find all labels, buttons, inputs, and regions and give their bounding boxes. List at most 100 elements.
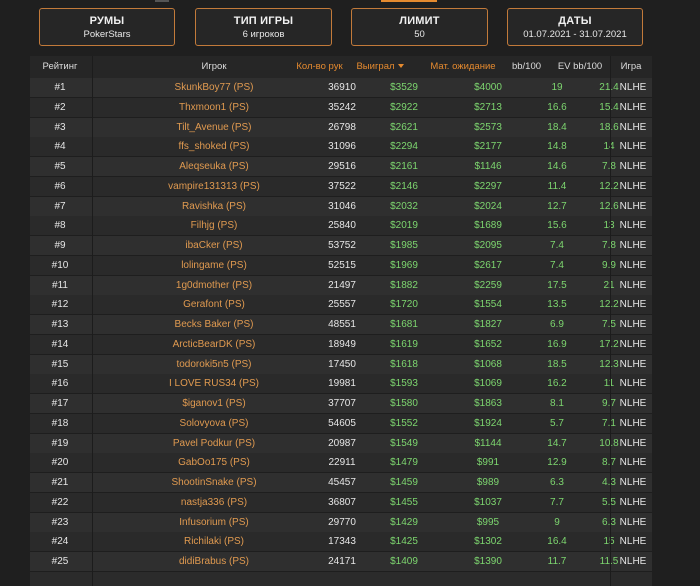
table-row[interactable]: #21 ShootinSnake (PS) 45457 $1459 $989 6.3 4.3… (30, 473, 652, 493)
cell-ev: $1924 (474, 417, 502, 429)
player-link[interactable]: Becks Baker (PS) (90, 315, 338, 334)
table-row[interactable]: #18 Solovyova (PS) 54605 $1552 $1924 5.7 7.1 NL… (30, 413, 652, 434)
filter-game-type[interactable]: ТИП ИГРЫ 6 игроков (195, 8, 332, 46)
player-link[interactable]: nastja336 (PS) (90, 493, 338, 512)
player-link[interactable]: ibaCker (PS) (90, 236, 338, 255)
filter-dates[interactable]: ДАТЫ 01.07.2021 - 31.07.2021 (507, 8, 643, 46)
cell-ev: $991 (476, 457, 500, 469)
header-hands[interactable]: Кол-во рук (282, 56, 357, 78)
header-rank[interactable]: Рейтинг (30, 56, 90, 78)
table-row[interactable]: #2 Thxmoon1 (PS) 35242 $2922 $2713 16.6 15.4 NL… (30, 97, 652, 118)
cell-rank: #15 (51, 358, 69, 370)
player-link[interactable]: Ravishka (PS) (90, 197, 338, 216)
table-row[interactable]: #10 lolingame (PS) 52515 $1969 $2617 7.4 9.9 NL… (30, 255, 652, 276)
table-row[interactable]: #23 Infusorium (PS) 29770 $1429 $995 9 6.3 NLHE (30, 512, 652, 533)
top-accent-line (0, 0, 700, 3)
cell-rank: #10 (51, 259, 69, 271)
table-row[interactable]: #6 vampire131313 (PS) 37522 $2146 $2297 11.4 1… (30, 176, 652, 197)
player-link[interactable]: Gerafont (PS) (90, 295, 338, 314)
cell-game: NLHE (619, 141, 647, 153)
cell-won: $1459 (390, 477, 418, 488)
table-row[interactable]: #17 $iganov1 (PS) 37707 $1580 $1863 8.1 9.7 NLH… (30, 394, 652, 414)
table-row[interactable]: #24 Richilaki (PS) 17343 $1425 $1302 16.4 15 NL… (30, 532, 652, 553)
player-link[interactable]: Filhjg (PS) (90, 216, 338, 235)
player-link[interactable]: Infusorium (PS) (90, 513, 338, 532)
table-row[interactable]: #20 GabOo175 (PS) 22911 $1479 $991 12.9 8.7 NLH… (30, 453, 652, 474)
player-link[interactable]: todoroki5n5 (PS) (90, 355, 338, 374)
filter-limit-value: 50 (414, 29, 425, 40)
header-ev[interactable]: Мат. ожидание (413, 56, 513, 78)
cell-won: $1619 (390, 338, 418, 350)
table-row[interactable]: #3 Tilt_Avenue (PS) 26798 $2621 $2573 18.4 18.… (30, 117, 652, 138)
cell-game: NLHE (619, 161, 647, 172)
cell-bb100: 7.7 (550, 496, 564, 508)
cell-game: NLHE (619, 319, 647, 330)
filter-rooms-value: PokerStars (83, 29, 131, 40)
cell-rank: #11 (52, 279, 68, 291)
cell-hands: 17343 (328, 536, 356, 548)
cell-game: NLHE (619, 299, 647, 311)
player-link[interactable]: didiBrabus (PS) (90, 552, 338, 571)
player-link[interactable]: I LOVE RUS34 (PS) (90, 374, 338, 393)
header-won[interactable]: Выиграл (348, 56, 412, 78)
table-row[interactable]: #8 Filhjg (PS) 25840 $2019 $1689 15.6 13 NLHE (30, 216, 652, 237)
player-link[interactable]: ShootinSnake (PS) (90, 473, 338, 492)
table-row[interactable]: #7 Ravishka (PS) 31046 $2032 $2024 12.7 12.6 NL… (30, 196, 652, 217)
player-link[interactable]: Pavel Podkur (PS) (90, 434, 338, 453)
cell-rank: #17 (51, 398, 69, 409)
player-link[interactable]: ffs_shoked (PS) (90, 137, 338, 156)
cell-rank: #21 (51, 477, 69, 488)
filter-limit-title: ЛИМИТ (399, 15, 440, 27)
header-game[interactable]: Игра (614, 56, 648, 78)
player-link[interactable]: Solovyova (PS) (90, 414, 338, 433)
header-evbb100[interactable]: EV bb/100 (548, 56, 612, 78)
table-row[interactable]: #22 nastja336 (PS) 36807 $1455 $1037 7.7 5.5 NL… (30, 492, 652, 513)
table-row[interactable]: #1 SkunkBoy77 (PS) 36910 $3529 $4000 19 21.4 NL… (30, 78, 652, 98)
player-link[interactable]: lolingame (PS) (90, 256, 338, 275)
cell-won: $1479 (390, 457, 418, 469)
cell-game: NLHE (619, 240, 647, 251)
cell-won: $2922 (390, 101, 418, 113)
player-link[interactable]: Tilt_Avenue (PS) (90, 118, 338, 137)
player-link[interactable]: Thxmoon1 (PS) (90, 98, 338, 117)
table-row[interactable]: #14 ArcticBearDK (PS) 18949 $1619 $1652 16.9 1… (30, 334, 652, 355)
cell-ev: $1068 (474, 358, 502, 370)
cell-game: NLHE (619, 338, 647, 350)
table-row[interactable]: #25 didiBrabus (PS) 24171 $1409 $1390 11.7 11.… (30, 552, 652, 572)
cell-rank: #5 (54, 161, 66, 172)
cell-game: NLHE (619, 180, 647, 192)
cell-rank: #22 (51, 496, 69, 508)
table-row[interactable]: #15 todoroki5n5 (PS) 17450 $1618 $1068 18.5 12… (30, 354, 652, 375)
table-row[interactable]: #13 Becks Baker (PS) 48551 $1681 $1827 6.9 7.5… (30, 315, 652, 335)
player-link[interactable]: $iganov1 (PS) (90, 394, 338, 413)
leaderboard-table: Рейтинг Игрок Кол-во рук Выиграл Мат. ож… (30, 56, 652, 586)
table-row[interactable]: #11 1g0dmother (PS) 21497 $1882 $2259 17.5 21 N… (30, 275, 652, 296)
player-link[interactable]: Aleqseuka (PS) (90, 157, 338, 176)
player-link[interactable]: vampire131313 (PS) (90, 177, 338, 196)
filter-limit[interactable]: ЛИМИТ 50 (351, 8, 488, 46)
table-row[interactable]: #19 Pavel Podkur (PS) 20987 $1549 $1144 14.7 1… (30, 433, 652, 454)
cell-bb100: 7.4 (550, 240, 564, 251)
player-link[interactable]: SkunkBoy77 (PS) (90, 78, 338, 97)
cell-game: NLHE (619, 82, 647, 93)
cell-won: $2019 (390, 220, 418, 232)
cell-rank: #1 (54, 82, 66, 93)
table-row[interactable]: #5 Aleqseuka (PS) 29516 $2161 $1146 14.6 7.8 NL… (30, 157, 652, 177)
header-bb100[interactable]: bb/100 (505, 56, 548, 78)
cell-bb100: 18.4 (547, 121, 567, 133)
player-link[interactable]: 1g0dmother (PS) (90, 276, 338, 295)
table-row[interactable]: #12 Gerafont (PS) 25557 $1720 $1554 13.5 12.2 N… (30, 295, 652, 316)
filter-game-type-value: 6 игроков (242, 29, 285, 40)
cell-rank: #2 (54, 101, 66, 113)
player-link[interactable]: GabOo175 (PS) (90, 453, 338, 472)
filter-rooms[interactable]: РУМЫ PokerStars (39, 8, 175, 46)
cell-rank: #13 (51, 319, 69, 330)
player-link[interactable]: ArcticBearDK (PS) (90, 335, 338, 354)
table-row[interactable]: #4 ffs_shoked (PS) 31096 $2294 $2177 14.8 14 NL… (30, 137, 652, 158)
table-row[interactable]: #9 ibaCker (PS) 53752 $1985 $2095 7.4 7.8 NLHE (30, 236, 652, 256)
player-link[interactable]: Richilaki (PS) (90, 532, 338, 551)
cell-ev: $1146 (474, 161, 502, 172)
table-header: Рейтинг Игрок Кол-во рук Выиграл Мат. ож… (30, 56, 652, 79)
table-row[interactable]: #16 I LOVE RUS34 (PS) 19981 $1593 $1069 16.2 1… (30, 374, 652, 395)
cell-hands: 53752 (328, 240, 356, 251)
